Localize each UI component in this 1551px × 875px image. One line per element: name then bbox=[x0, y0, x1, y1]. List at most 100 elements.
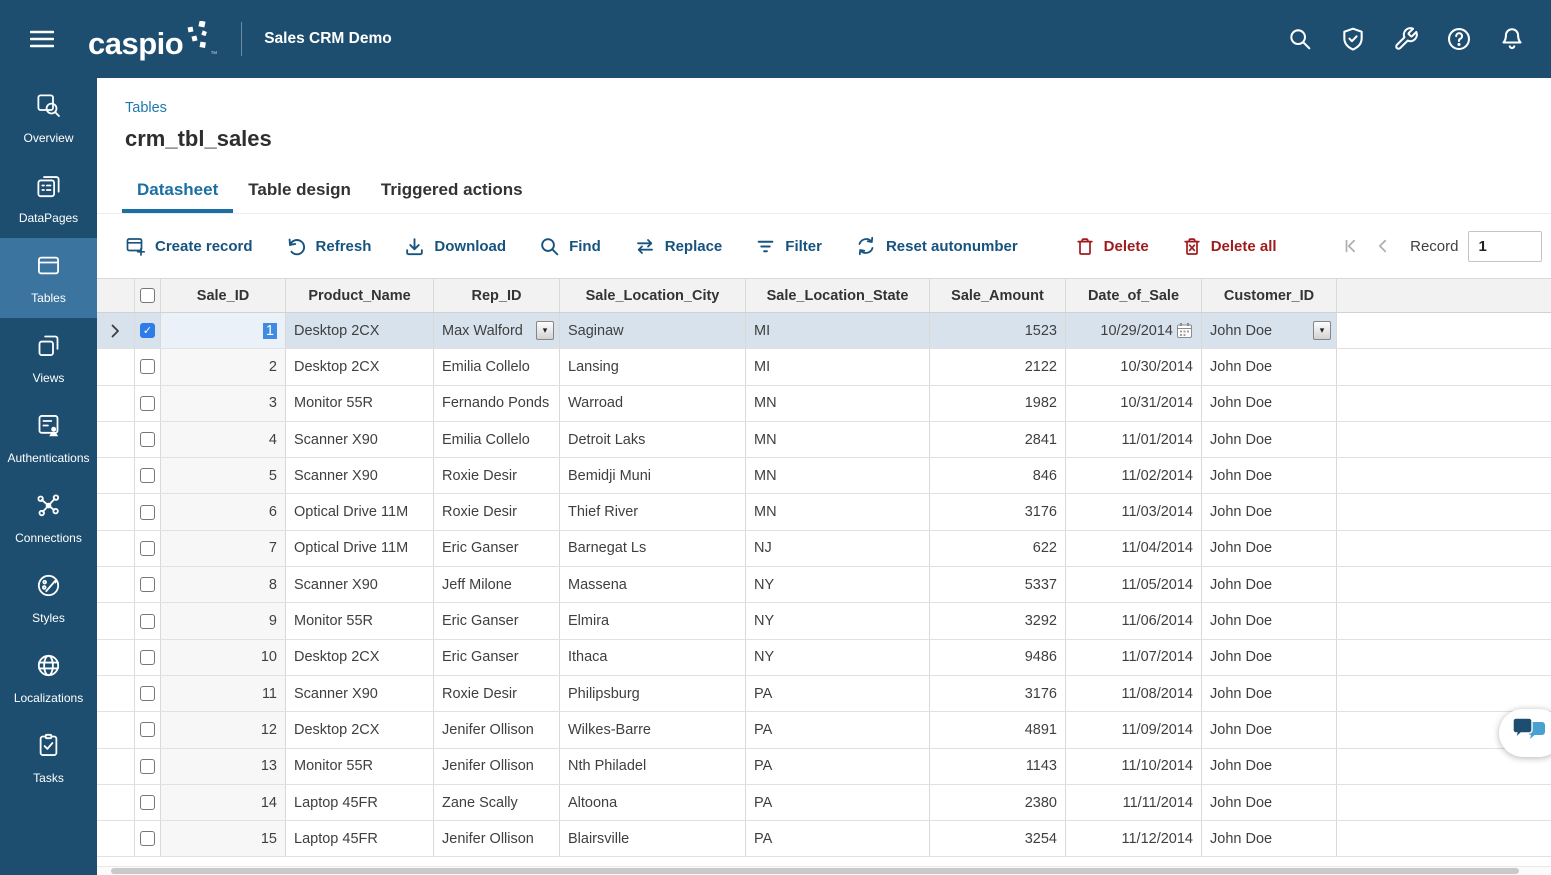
first-record-icon[interactable] bbox=[1342, 237, 1360, 255]
cell-id[interactable]: 7 bbox=[161, 531, 286, 566]
cell-customer[interactable]: John Doe bbox=[1202, 349, 1337, 384]
cell-date[interactable]: 11/09/2014 bbox=[1066, 712, 1202, 747]
cell-state[interactable]: PA bbox=[746, 676, 930, 711]
cell-customer[interactable]: John Doe bbox=[1202, 785, 1337, 820]
cell-amount[interactable]: 9486 bbox=[930, 640, 1066, 675]
cell-amount[interactable]: 3176 bbox=[930, 676, 1066, 711]
row-checkbox-cell[interactable] bbox=[135, 567, 161, 602]
table-row[interactable]: 14Laptop 45FRZane ScallyAltoonaPA238011/… bbox=[97, 785, 1551, 821]
cell-amount[interactable]: 3254 bbox=[930, 821, 1066, 856]
cell-date[interactable]: 11/12/2014 bbox=[1066, 821, 1202, 856]
delete-all-button[interactable]: Delete all bbox=[1182, 236, 1277, 257]
cell-amount[interactable]: 3292 bbox=[930, 603, 1066, 638]
row-checkbox-cell[interactable]: ✓ bbox=[135, 313, 161, 348]
row-checkbox[interactable] bbox=[140, 541, 155, 556]
row-checkbox-cell[interactable] bbox=[135, 640, 161, 675]
dropdown-button[interactable]: ▾ bbox=[536, 321, 554, 340]
cell-product[interactable]: Scanner X90 bbox=[286, 458, 434, 493]
cell-rep[interactable]: Roxie Desir bbox=[434, 458, 560, 493]
cell-city[interactable]: Barnegat Ls bbox=[560, 531, 746, 566]
reset-autonumber-button[interactable]: Reset autonumber bbox=[855, 235, 1018, 257]
cell-state[interactable]: PA bbox=[746, 821, 930, 856]
cell-amount[interactable]: 1143 bbox=[930, 749, 1066, 784]
cell-date[interactable]: 10/29/2014 bbox=[1066, 313, 1202, 348]
table-row[interactable]: 11Scanner X90Roxie DesirPhilipsburgPA317… bbox=[97, 676, 1551, 712]
horizontal-scrollbar[interactable] bbox=[97, 866, 1551, 875]
row-expand-chevron[interactable] bbox=[97, 313, 135, 348]
cell-customer[interactable]: John Doe bbox=[1202, 676, 1337, 711]
download-button[interactable]: Download bbox=[404, 236, 506, 257]
cell-product[interactable]: Optical Drive 11M bbox=[286, 531, 434, 566]
column-header-date-of-sale[interactable]: Date_of_Sale bbox=[1066, 279, 1202, 312]
cell-customer[interactable]: John Doe bbox=[1202, 458, 1337, 493]
row-checkbox-cell[interactable] bbox=[135, 821, 161, 856]
cell-product[interactable]: Scanner X90 bbox=[286, 567, 434, 602]
tools-wrench-icon[interactable] bbox=[1393, 26, 1419, 52]
cell-customer[interactable]: John Doe bbox=[1202, 531, 1337, 566]
cell-id[interactable]: 9 bbox=[161, 603, 286, 638]
cell-id[interactable]: 6 bbox=[161, 494, 286, 529]
cell-product[interactable]: Scanner X90 bbox=[286, 422, 434, 457]
cell-customer[interactable]: John Doe▾ bbox=[1202, 313, 1337, 348]
cell-date[interactable]: 11/04/2014 bbox=[1066, 531, 1202, 566]
cell-state[interactable]: MN bbox=[746, 386, 930, 421]
cell-date[interactable]: 11/08/2014 bbox=[1066, 676, 1202, 711]
column-header-product-name[interactable]: Product_Name bbox=[286, 279, 434, 312]
row-checkbox[interactable] bbox=[140, 432, 155, 447]
table-row[interactable]: 8Scanner X90Jeff MiloneMassenaNY533711/0… bbox=[97, 567, 1551, 603]
cell-state[interactable]: MN bbox=[746, 458, 930, 493]
cell-customer[interactable]: John Doe bbox=[1202, 494, 1337, 529]
cell-customer[interactable]: John Doe bbox=[1202, 386, 1337, 421]
cell-city[interactable]: Massena bbox=[560, 567, 746, 602]
cell-product[interactable]: Laptop 45FR bbox=[286, 821, 434, 856]
column-header-customer-id[interactable]: Customer_ID bbox=[1202, 279, 1337, 312]
cell-amount[interactable]: 1982 bbox=[930, 386, 1066, 421]
cell-date[interactable]: 11/06/2014 bbox=[1066, 603, 1202, 638]
cell-state[interactable]: MI bbox=[746, 313, 930, 348]
cell-state[interactable]: NJ bbox=[746, 531, 930, 566]
record-number-input[interactable] bbox=[1468, 231, 1542, 262]
cell-customer[interactable]: John Doe bbox=[1202, 603, 1337, 638]
cell-rep[interactable]: Emilia Collelo bbox=[434, 422, 560, 457]
cell-city[interactable]: Ithaca bbox=[560, 640, 746, 675]
cell-city[interactable]: Lansing bbox=[560, 349, 746, 384]
table-row[interactable]: 5Scanner X90Roxie DesirBemidji MuniMN846… bbox=[97, 458, 1551, 494]
cell-product[interactable]: Desktop 2CX bbox=[286, 712, 434, 747]
cell-id[interactable]: 4 bbox=[161, 422, 286, 457]
security-shield-icon[interactable] bbox=[1340, 26, 1366, 52]
row-checkbox-cell[interactable] bbox=[135, 712, 161, 747]
cell-date[interactable]: 11/05/2014 bbox=[1066, 567, 1202, 602]
table-row[interactable]: 9Monitor 55REric GanserElmiraNY329211/06… bbox=[97, 603, 1551, 639]
row-checkbox[interactable] bbox=[140, 614, 155, 629]
row-checkbox-cell[interactable] bbox=[135, 603, 161, 638]
cell-id[interactable]: 10 bbox=[161, 640, 286, 675]
cell-product[interactable]: Laptop 45FR bbox=[286, 785, 434, 820]
cell-rep[interactable]: Eric Ganser bbox=[434, 531, 560, 566]
cell-customer[interactable]: John Doe bbox=[1202, 749, 1337, 784]
cell-state[interactable]: PA bbox=[746, 785, 930, 820]
row-checkbox[interactable] bbox=[140, 468, 155, 483]
cell-date[interactable]: 11/11/2014 bbox=[1066, 785, 1202, 820]
cell-customer[interactable]: John Doe bbox=[1202, 821, 1337, 856]
notifications-bell-icon[interactable] bbox=[1499, 26, 1525, 52]
table-row[interactable]: 12Desktop 2CXJenifer OllisonWilkes-Barre… bbox=[97, 712, 1551, 748]
cell-id[interactable]: 5 bbox=[161, 458, 286, 493]
cell-date[interactable]: 11/02/2014 bbox=[1066, 458, 1202, 493]
row-checkbox[interactable] bbox=[140, 505, 155, 520]
cell-amount[interactable]: 1523 bbox=[930, 313, 1066, 348]
cell-amount[interactable]: 622 bbox=[930, 531, 1066, 566]
cell-product[interactable]: Monitor 55R bbox=[286, 603, 434, 638]
row-checkbox[interactable]: ✓ bbox=[140, 323, 155, 338]
cell-city[interactable]: Wilkes-Barre bbox=[560, 712, 746, 747]
cell-rep[interactable]: Max Walford▾ bbox=[434, 313, 560, 348]
sidebar-item-views[interactable]: Views bbox=[0, 318, 97, 398]
table-row[interactable]: 7Optical Drive 11MEric GanserBarnegat Ls… bbox=[97, 531, 1551, 567]
cell-city[interactable]: Saginaw bbox=[560, 313, 746, 348]
cell-amount[interactable]: 4891 bbox=[930, 712, 1066, 747]
caspio-logo[interactable]: caspio ™ bbox=[88, 21, 217, 58]
dropdown-button[interactable]: ▾ bbox=[1313, 321, 1331, 340]
cell-id[interactable]: 15 bbox=[161, 821, 286, 856]
sidebar-item-connections[interactable]: Connections bbox=[0, 478, 97, 558]
cell-city[interactable]: Detroit Laks bbox=[560, 422, 746, 457]
column-header-rep-id[interactable]: Rep_ID bbox=[434, 279, 560, 312]
